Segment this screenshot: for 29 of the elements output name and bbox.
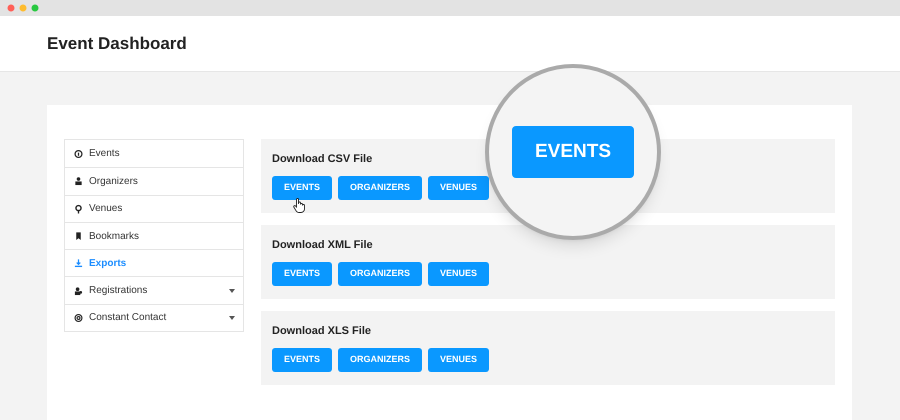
download-icon xyxy=(74,258,83,268)
panel-title: Download CSV File xyxy=(272,152,374,167)
export-button[interactable]: EVENTS xyxy=(272,262,332,286)
sidebar-item[interactable]: Registrations xyxy=(65,276,243,304)
sidebar-item[interactable]: Bookmarks xyxy=(65,222,243,250)
events-button-zoomed[interactable]: EVENTS xyxy=(512,126,634,178)
export-button[interactable]: VENUES xyxy=(428,262,490,286)
caret-icon xyxy=(229,316,235,320)
map-pin-icon xyxy=(74,204,83,214)
export-button[interactable]: ORGANIZERS xyxy=(338,348,422,372)
export-button[interactable]: VENUES xyxy=(428,176,490,200)
person-icon xyxy=(74,176,83,186)
export-button[interactable]: ORGANIZERS xyxy=(338,176,422,200)
export-button[interactable]: EVENTS xyxy=(272,348,332,372)
panel-title: Download XML File xyxy=(272,238,374,253)
people-icon xyxy=(74,286,83,296)
sidebar-item[interactable]: Constant Contact xyxy=(65,304,243,332)
panel-title: Download XLS File xyxy=(272,324,372,339)
export-button[interactable]: ORGANIZERS xyxy=(338,262,422,286)
sidebar-item[interactable]: Exports xyxy=(65,249,243,276)
export-button[interactable]: VENUES xyxy=(428,348,490,372)
page-title: Event Dashboard xyxy=(47,32,187,55)
bookmark-icon xyxy=(74,231,83,242)
sidebar-item[interactable]: Venues xyxy=(65,194,243,222)
caret-icon xyxy=(229,288,235,293)
export-button[interactable]: EVENTS xyxy=(272,176,332,200)
window-controls-icon[interactable] xyxy=(7,4,41,12)
sidebar-item[interactable]: Events xyxy=(65,140,243,168)
sidebar-item[interactable]: Organizers xyxy=(65,167,243,195)
